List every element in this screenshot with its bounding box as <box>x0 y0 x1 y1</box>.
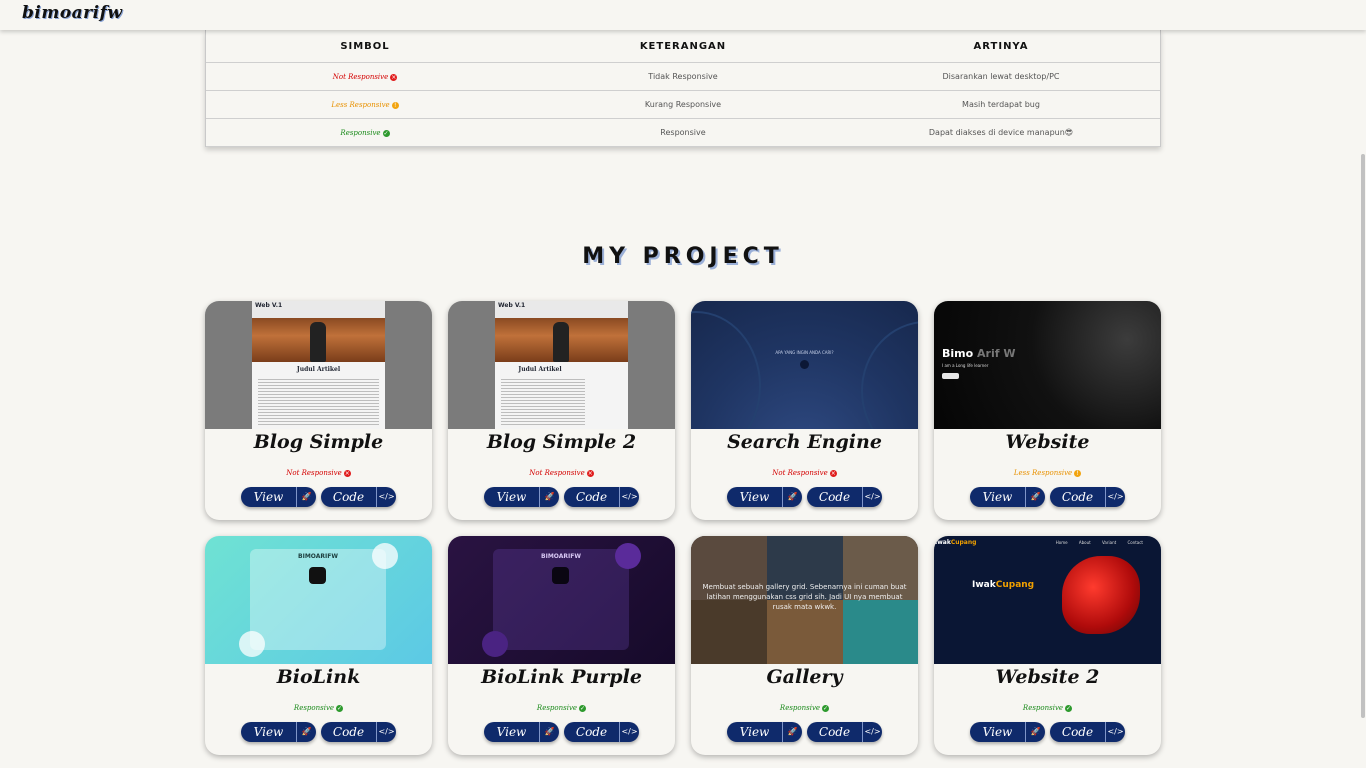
status-badge: Responsive ✓ <box>293 704 344 712</box>
rocket-icon: 🚀 <box>296 487 316 507</box>
project-title: Website <box>1005 431 1090 453</box>
rocket-icon: 🚀 <box>1025 722 1045 742</box>
view-button[interactable]: View 🚀 <box>727 487 802 507</box>
status-badge: Not Responsive × <box>529 469 594 477</box>
code-button[interactable]: Code </> <box>564 722 639 742</box>
status-badge: Not Responsive × <box>772 469 837 477</box>
view-button[interactable]: View 🚀 <box>484 722 559 742</box>
legend-meaning: Disarankan lewat desktop/PC <box>942 72 1060 81</box>
project-title: BioLink <box>276 666 361 688</box>
legend-desc: Kurang Responsive <box>644 100 722 109</box>
status-badge: Responsive ✓ <box>536 704 587 712</box>
legend-row: Less Responsive! Kurang Responsive Masih… <box>206 91 1160 119</box>
legend-desc: Tidak Responsive <box>648 72 718 81</box>
code-button[interactable]: Code </> <box>1050 722 1125 742</box>
code-button[interactable]: Code </> <box>321 487 396 507</box>
status-badge: Responsive ✓ <box>779 704 830 712</box>
project-title: Website 2 <box>995 666 1100 688</box>
project-title: Blog Simple <box>253 431 384 453</box>
project-title: BioLink Purple <box>481 666 642 688</box>
project-card: Web V.1 Judul Artikel Blog Simple 2 Not Res… <box>448 301 675 520</box>
view-button[interactable]: View 🚀 <box>241 722 316 742</box>
status-badge: Responsive ✓ <box>1022 704 1073 712</box>
legend-table: SIMBOL KETERANGAN ARTINYA Not Responsive… <box>205 30 1161 147</box>
view-button[interactable]: View 🚀 <box>484 487 559 507</box>
project-card: APA YANG INGIN ANDA CARI? Search Engine No… <box>691 301 918 520</box>
rocket-icon: 🚀 <box>296 722 316 742</box>
warning-circle-icon: ! <box>1074 469 1082 477</box>
code-button[interactable]: Code </> <box>321 722 396 742</box>
rocket-icon: 🚀 <box>782 722 802 742</box>
project-card: Membuat sebuah gallery grid. Sebenarnya … <box>691 536 918 755</box>
code-icon: </> <box>376 487 396 507</box>
col-simbol: SIMBOL <box>340 40 390 52</box>
x-circle-icon: × <box>586 469 594 477</box>
check-circle-icon: ✓ <box>336 704 344 712</box>
x-circle-icon: × <box>390 73 398 81</box>
top-navbar: bimoarifw <box>0 0 1366 30</box>
project-card: Bimo Arif WI am a Long life learner Websi… <box>934 301 1161 520</box>
project-thumbnail: IwakCupang Home About Variant Contact Iwak… <box>934 536 1161 664</box>
check-circle-icon: ✓ <box>579 704 587 712</box>
project-card: BIMOARIFW BioLink Purple Responsive ✓ View 🚀 C… <box>448 536 675 755</box>
code-icon: </> <box>619 487 639 507</box>
col-keterangan: KETERANGAN <box>639 40 727 52</box>
project-card: Web V.1 Judul Artikel Blog Simple Not Respo… <box>205 301 432 520</box>
warning-circle-icon: ! <box>391 101 399 109</box>
project-thumbnail: Web V.1 Judul Artikel <box>448 301 675 429</box>
col-artinya: ARTINYA <box>973 40 1029 52</box>
view-button[interactable]: View 🚀 <box>241 487 316 507</box>
x-circle-icon: × <box>829 469 837 477</box>
rocket-icon: 🚀 <box>539 722 559 742</box>
project-card: IwakCupang Home About Variant Contact Iwak… <box>934 536 1161 755</box>
code-icon: </> <box>1105 487 1125 507</box>
scrollbar[interactable] <box>1361 154 1365 718</box>
code-icon: </> <box>862 487 882 507</box>
status-badge: Not Responsive × <box>286 469 351 477</box>
project-title: Search Engine <box>727 431 882 453</box>
code-button[interactable]: Code </> <box>564 487 639 507</box>
site-logo[interactable]: bimoarifw <box>22 3 123 23</box>
code-icon: </> <box>619 722 639 742</box>
project-card: BIMOARIFW BioLink Responsive ✓ View 🚀 Code </> <box>205 536 432 755</box>
legend-row: Responsive ✓ Responsive Dapat diakses di … <box>206 119 1160 147</box>
check-circle-icon: ✓ <box>382 129 390 137</box>
code-button[interactable]: Code </> <box>1050 487 1125 507</box>
project-title: Blog Simple 2 <box>486 431 637 453</box>
rocket-icon: 🚀 <box>782 487 802 507</box>
project-thumbnail: Bimo Arif WI am a Long life learner <box>934 301 1161 429</box>
code-icon: </> <box>376 722 396 742</box>
project-thumbnail: BIMOARIFW <box>205 536 432 664</box>
status-badge: Not Responsive × <box>332 73 398 81</box>
view-button[interactable]: View 🚀 <box>727 722 802 742</box>
status-badge: Responsive ✓ <box>340 129 390 137</box>
rocket-icon: 🚀 <box>1025 487 1045 507</box>
status-badge: Less Responsive! <box>331 101 399 109</box>
legend-meaning: Masih terdapat bug <box>962 100 1040 109</box>
project-title: Gallery <box>766 666 843 688</box>
legend-header-row: SIMBOL KETERANGAN ARTINYA <box>206 30 1160 63</box>
code-button[interactable]: Code </> <box>807 722 882 742</box>
project-thumbnail: Web V.1 Judul Artikel <box>205 301 432 429</box>
view-button[interactable]: View 🚀 <box>970 722 1045 742</box>
project-thumbnail: BIMOARIFW <box>448 536 675 664</box>
code-icon: </> <box>862 722 882 742</box>
legend-desc: Responsive <box>660 128 706 137</box>
legend-meaning: Dapat diakses di device manapun😎 <box>928 128 1074 137</box>
check-circle-icon: ✓ <box>1065 704 1073 712</box>
project-thumbnail: Membuat sebuah gallery grid. Sebenarnya … <box>691 536 918 664</box>
legend-row: Not Responsive × Tidak Responsive Disaran… <box>206 63 1160 91</box>
x-circle-icon: × <box>343 469 351 477</box>
section-title: MY PROJECT <box>582 244 784 269</box>
status-badge: Less Responsive! <box>1014 469 1082 477</box>
code-button[interactable]: Code </> <box>807 487 882 507</box>
code-icon: </> <box>1105 722 1125 742</box>
project-thumbnail: APA YANG INGIN ANDA CARI? <box>691 301 918 429</box>
view-button[interactable]: View 🚀 <box>970 487 1045 507</box>
rocket-icon: 🚀 <box>539 487 559 507</box>
check-circle-icon: ✓ <box>822 704 830 712</box>
